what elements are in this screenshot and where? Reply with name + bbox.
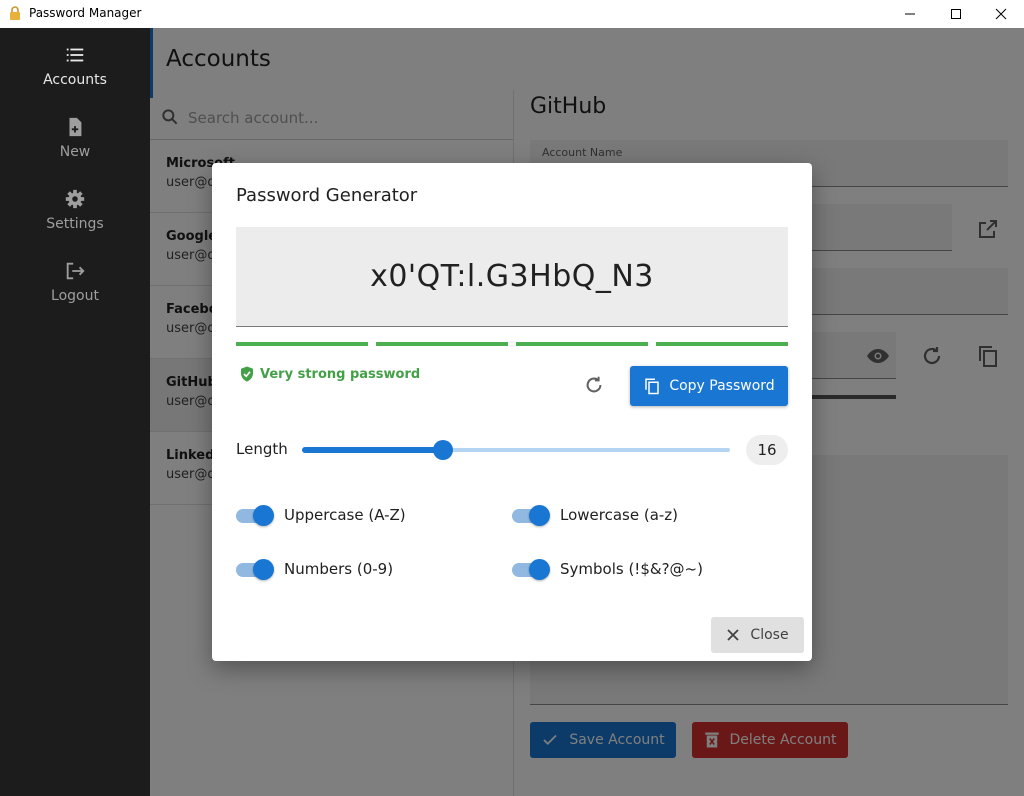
minimize-icon: [905, 13, 915, 15]
toggle-knob: [529, 505, 550, 526]
strength-bar: [656, 342, 788, 346]
length-value: 16: [746, 435, 788, 465]
gear-icon: [65, 189, 85, 209]
sidebar-item-label: New: [59, 144, 91, 160]
copy-icon: [645, 378, 660, 395]
length-slider[interactable]: [302, 439, 730, 461]
sidebar-item-label: Logout: [51, 288, 99, 304]
toggle-knob: [529, 559, 550, 580]
uppercase-toggle[interactable]: [236, 504, 274, 526]
generated-password: x0'QT:l.G3HbQ_N3: [370, 259, 654, 294]
numbers-option[interactable]: Numbers (0-9): [236, 558, 393, 580]
symbols-toggle[interactable]: [512, 558, 550, 580]
strength-label: Very strong password: [260, 366, 421, 382]
sidebar-item-new[interactable]: New: [0, 104, 150, 172]
file-plus-icon: [69, 117, 82, 137]
sidebar-item-label: Settings: [46, 216, 104, 232]
close-button[interactable]: Close: [711, 617, 804, 653]
maximize-icon: [951, 9, 961, 19]
toggle-knob: [253, 505, 274, 526]
shield-check-icon: [241, 366, 253, 382]
copy-password-label: Copy Password: [669, 378, 775, 394]
logout-icon: [66, 262, 85, 280]
toggle-knob: [253, 559, 274, 580]
copy-password-button[interactable]: Copy Password: [630, 366, 788, 406]
close-window-button[interactable]: [978, 0, 1024, 28]
sidebar-item-label: Accounts: [43, 72, 107, 88]
uppercase-option[interactable]: Uppercase (A-Z): [236, 504, 406, 526]
strength-bar: [516, 342, 648, 346]
generated-password-box[interactable]: x0'QT:l.G3HbQ_N3: [236, 227, 788, 327]
close-icon: [995, 8, 1007, 20]
password-generator-dialog: Password Generator x0'QT:l.G3HbQ_N3 Very…: [212, 163, 812, 661]
window-title: Password Manager: [29, 6, 142, 20]
symbols-option[interactable]: Symbols (!$&?@~): [512, 558, 703, 580]
sidebar-item-settings[interactable]: Settings: [0, 176, 150, 244]
dialog-title: Password Generator: [236, 185, 418, 206]
uppercase-label: Uppercase (A-Z): [284, 506, 406, 524]
close-label: Close: [750, 627, 789, 643]
title-bar: Password Manager: [0, 0, 1024, 28]
sidebar-item-logout[interactable]: Logout: [0, 248, 150, 316]
maximize-button[interactable]: [933, 0, 979, 28]
numbers-toggle[interactable]: [236, 558, 274, 580]
numbers-label: Numbers (0-9): [284, 560, 394, 578]
lowercase-label: Lowercase (a-z): [560, 506, 679, 524]
slider-thumb[interactable]: [433, 440, 454, 460]
lowercase-option[interactable]: Lowercase (a-z): [512, 504, 678, 526]
slider-fill: [302, 447, 444, 453]
strength-indicator: Very strong password: [238, 365, 420, 383]
regenerate-icon[interactable]: [583, 374, 605, 396]
strength-bar: [376, 342, 508, 346]
minimize-button[interactable]: [887, 0, 933, 28]
strength-bar: [236, 342, 368, 346]
close-icon: [727, 629, 740, 641]
strength-bars: [236, 342, 788, 346]
sidebar: Accounts New Settings Logout: [0, 28, 150, 796]
sidebar-item-accounts[interactable]: Accounts: [0, 32, 150, 100]
list-icon: [66, 48, 84, 62]
symbols-label: Symbols (!$&?@~): [560, 560, 703, 578]
length-label: Length: [236, 440, 288, 458]
lowercase-toggle[interactable]: [512, 504, 550, 526]
lock-icon: [10, 6, 20, 20]
